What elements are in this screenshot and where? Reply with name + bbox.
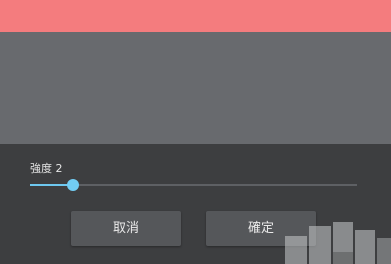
strength-label: 強度 2: [30, 162, 63, 175]
slider-thumb[interactable]: [67, 179, 79, 191]
edit-dialog: 強度 2 取消 確定: [0, 0, 391, 264]
preview-color-strip: [0, 0, 391, 32]
strength-slider[interactable]: [30, 179, 357, 191]
image-preview: [0, 32, 391, 144]
slider-track[interactable]: [30, 184, 357, 186]
watermark-mosaic: [285, 222, 391, 264]
cancel-button[interactable]: 取消: [71, 211, 181, 246]
